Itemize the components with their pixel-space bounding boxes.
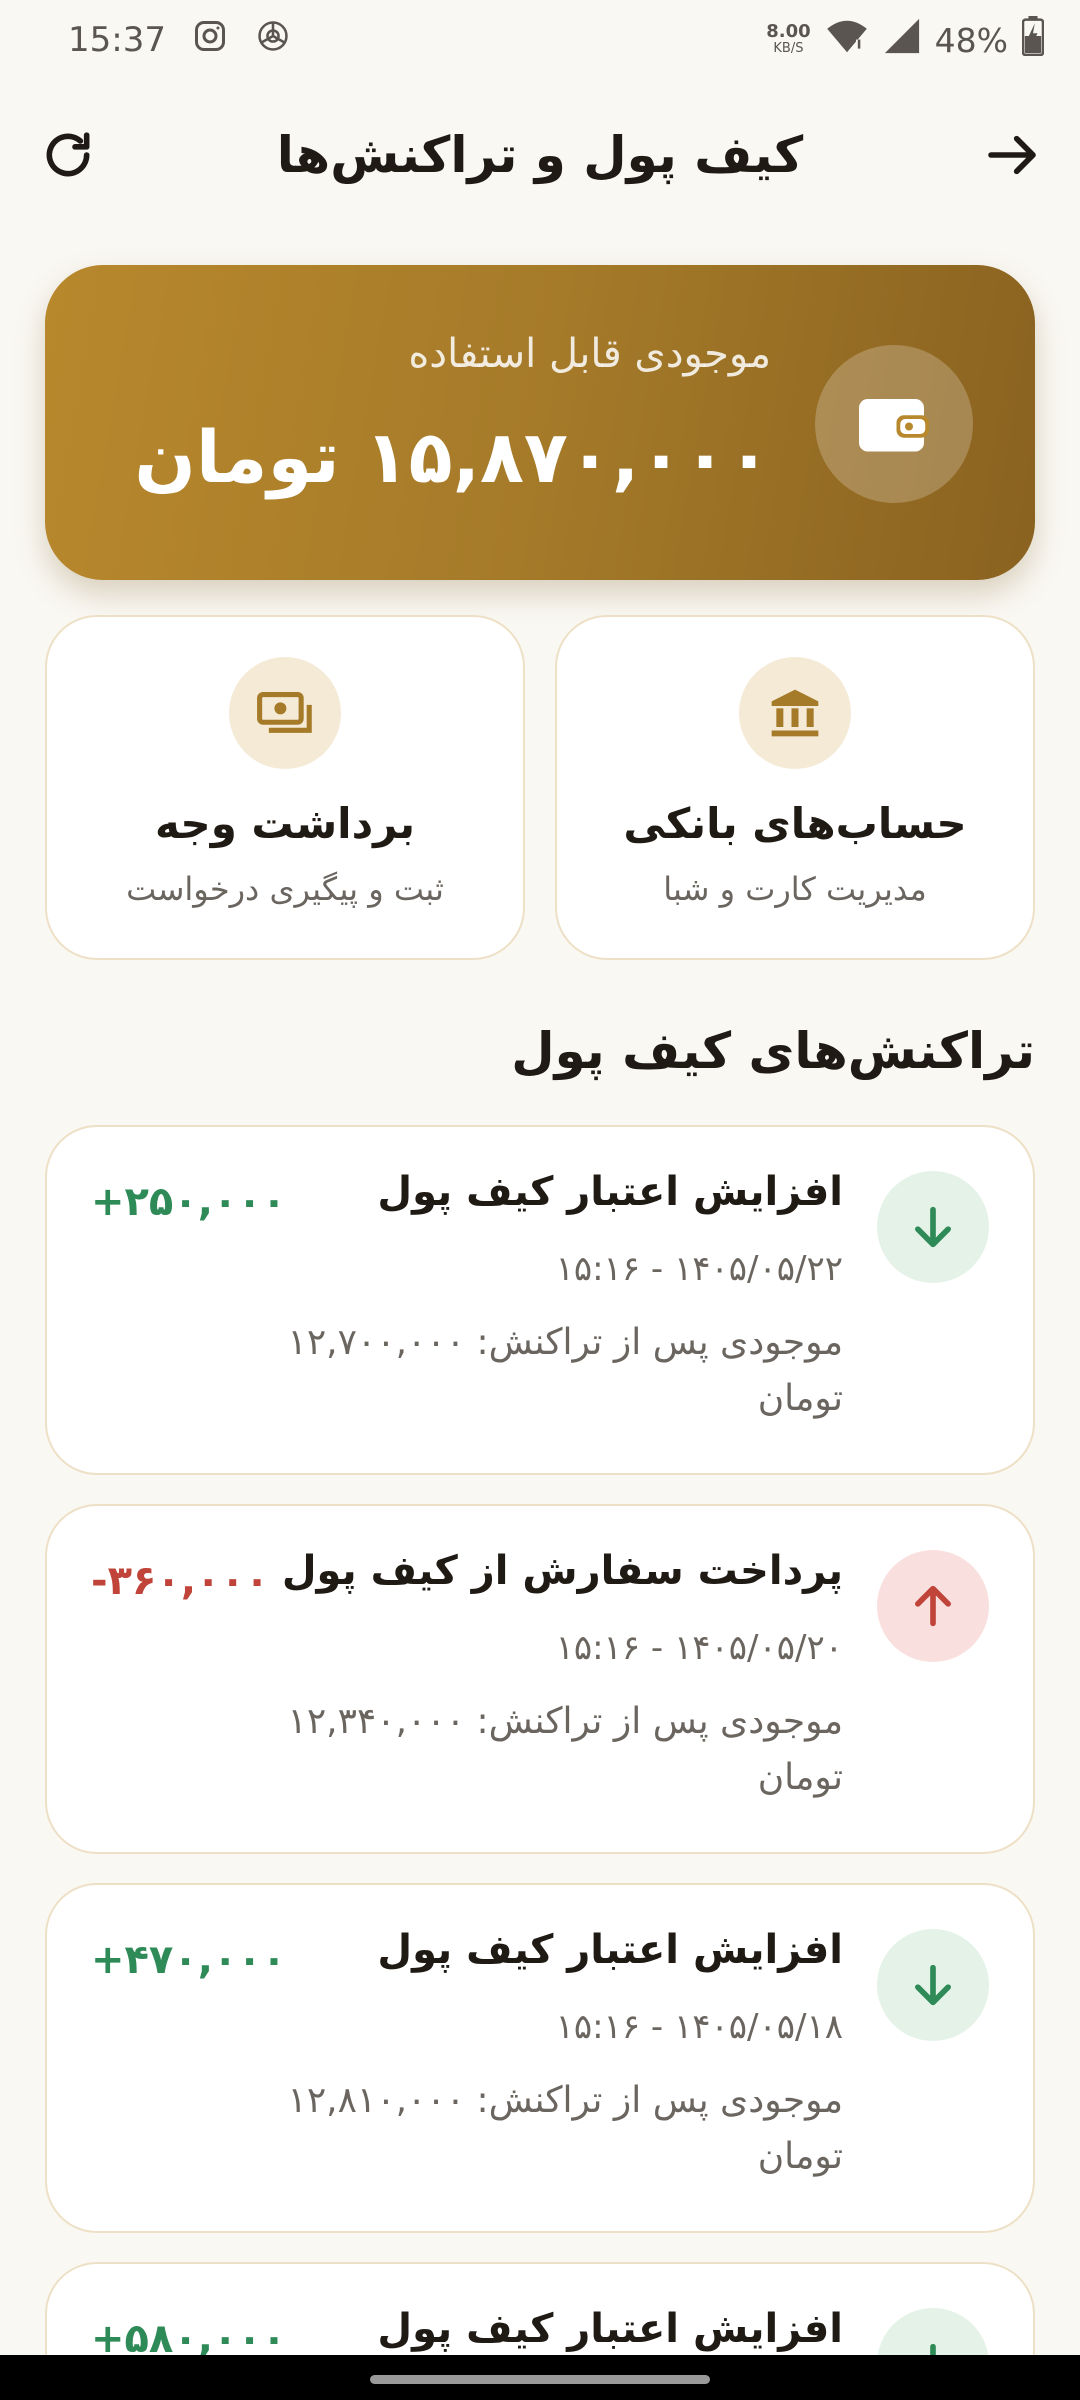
bank-icon [739, 657, 851, 769]
status-bar: 15:37 8.00 KB/S 48% [0, 0, 1080, 80]
transaction-balance-after: موجودی پس از تراکنش: ۱۲,۷۰۰,۰۰۰ تومان [287, 1322, 843, 1419]
home-handle[interactable] [370, 2375, 710, 2384]
transaction-amount: -۳۶۰,۰۰۰ [91, 1558, 270, 1604]
withdraw-card[interactable]: برداشت وجه ثبت و پیگیری درخواست [45, 615, 525, 960]
transaction-amount: +۴۷۰,۰۰۰ [91, 1937, 287, 1983]
instagram-icon [192, 18, 228, 63]
wallet-icon [815, 345, 973, 503]
chatgpt-icon [254, 17, 292, 64]
transaction-title: افزایش اعتبار کیف پول [377, 2306, 843, 2352]
balance-label: موجودی قابل استفاده [408, 331, 771, 377]
transaction-title: افزایش اعتبار کیف پول [377, 1169, 843, 1215]
transaction-title: پرداخت سفارش از کیف پول [281, 1548, 843, 1594]
withdraw-subtitle: ثبت و پیگیری درخواست [126, 870, 444, 908]
transaction-date: ۱۴۰۵/۰۵/۱۸ - ۱۵:۱۶ [555, 2007, 843, 2047]
arrow-down-icon [877, 1171, 989, 1283]
withdraw-title: برداشت وجه [154, 799, 416, 848]
refresh-icon[interactable] [40, 127, 96, 183]
transaction-date: ۱۴۰۵/۰۵/۲۲ - ۱۵:۱۶ [555, 1249, 843, 1289]
transactions-section-title: تراکنش‌های کیف پول [511, 1022, 1035, 1080]
net-speed: 8.00 KB/S [766, 23, 810, 57]
signal-icon [883, 17, 921, 64]
bank-accounts-subtitle: مدیریت کارت و شبا [663, 870, 927, 908]
transaction-date: ۱۴۰۵/۰۵/۲۰ - ۱۵:۱۶ [555, 1628, 843, 1668]
transaction-card[interactable]: افزایش اعتبار کیف پول +۵۸۰,۰۰۰ [45, 2262, 1035, 2355]
balance-card: موجودی قابل استفاده ۱۵,۸۷۰,۰۰۰ تومان [45, 265, 1035, 580]
transaction-amount: +۲۵۰,۰۰۰ [91, 1179, 287, 1225]
arrow-up-icon [877, 1550, 989, 1662]
transaction-card[interactable]: پرداخت سفارش از کیف پول ۱۴۰۵/۰۵/۲۰ - ۱۵:… [45, 1504, 1035, 1854]
battery-charging-icon [1021, 15, 1045, 65]
transaction-card[interactable]: افزایش اعتبار کیف پول ۱۴۰۵/۰۵/۲۲ - ۱۵:۱۶… [45, 1125, 1035, 1475]
page-title: کیف پول و تراکنش‌ها [276, 126, 804, 184]
status-left: 15:37 [68, 17, 292, 64]
arrow-down-icon [877, 1929, 989, 2041]
balance-amount: ۱۵,۸۷۰,۰۰۰ تومان [134, 415, 771, 499]
cash-icon [229, 657, 341, 769]
transaction-balance-after: موجودی پس از تراکنش: ۱۲,۳۴۰,۰۰۰ تومان [287, 1701, 843, 1798]
status-time: 15:37 [68, 20, 166, 60]
transaction-title: افزایش اعتبار کیف پول [377, 1927, 843, 1973]
system-nav-bar [0, 2355, 1080, 2400]
transaction-amount: +۵۸۰,۰۰۰ [91, 2316, 287, 2355]
app-bar: کیف پول و تراکنش‌ها [0, 110, 1080, 200]
status-right: 8.00 KB/S 48% [766, 15, 1045, 65]
bank-accounts-title: حساب‌های بانکی [623, 799, 967, 848]
transaction-card[interactable]: افزایش اعتبار کیف پول ۱۴۰۵/۰۵/۱۸ - ۱۵:۱۶… [45, 1883, 1035, 2233]
arrow-down-icon [877, 2308, 989, 2355]
bank-accounts-card[interactable]: حساب‌های بانکی مدیریت کارت و شبا [555, 615, 1035, 960]
transaction-balance-after: موجودی پس از تراکنش: ۱۲,۸۱۰,۰۰۰ تومان [287, 2080, 843, 2177]
net-speed-value: 8.00 [766, 21, 811, 42]
arrow-right-icon[interactable] [984, 127, 1040, 183]
net-speed-unit: KB/S [773, 41, 804, 56]
wifi-icon [825, 18, 869, 63]
battery-percent: 48% [934, 20, 1008, 60]
